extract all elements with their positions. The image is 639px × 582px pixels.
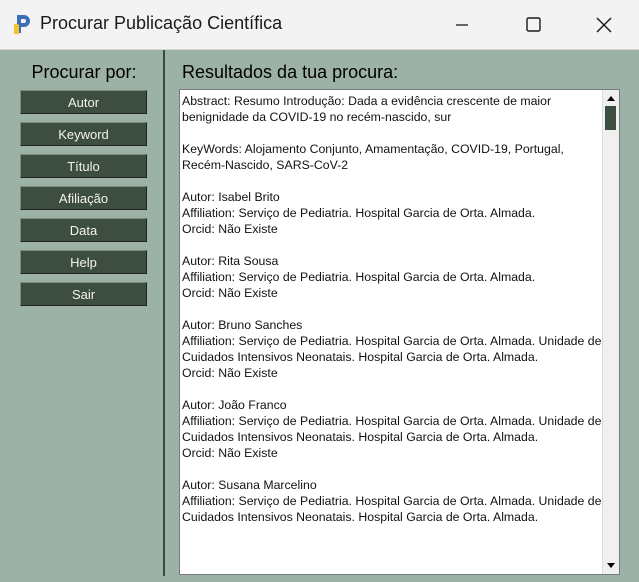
scroll-up-icon xyxy=(607,96,615,101)
keyword-button[interactable]: Keyword xyxy=(20,122,147,146)
results-text[interactable]: Abstract: Resumo Introdução: Dada a evid… xyxy=(182,93,602,525)
exit-button[interactable]: Sair xyxy=(20,282,147,306)
title-button[interactable]: Título xyxy=(20,154,147,178)
panel-divider xyxy=(163,50,165,576)
results-title: Resultados da tua procura: xyxy=(182,62,399,82)
results-textbox[interactable]: Abstract: Resumo Introdução: Dada a evid… xyxy=(179,89,620,575)
search-sidebar: Procurar por: Autor Keyword Título Afili… xyxy=(0,50,163,582)
help-button[interactable]: Help xyxy=(20,250,147,274)
scroll-down-button[interactable] xyxy=(603,558,619,574)
minimize-button[interactable] xyxy=(427,0,497,49)
window-title: Procurar Publicação Científica xyxy=(40,13,283,33)
scroll-down-icon xyxy=(607,563,615,568)
maximize-icon xyxy=(525,17,541,32)
scroll-up-button[interactable] xyxy=(603,90,619,106)
scroll-thumb[interactable] xyxy=(605,106,616,130)
author-button[interactable]: Autor xyxy=(20,90,147,114)
close-button[interactable] xyxy=(569,0,639,49)
minimize-icon xyxy=(456,23,468,26)
sidebar-title: Procurar por: xyxy=(31,62,137,82)
title-bar[interactable]: Procurar Publicação Científica xyxy=(0,0,639,50)
app-icon xyxy=(14,15,30,34)
affiliation-button[interactable]: Afiliação xyxy=(20,186,147,210)
vertical-scrollbar[interactable] xyxy=(602,90,619,574)
date-button[interactable]: Data xyxy=(20,218,147,242)
maximize-button[interactable] xyxy=(498,0,568,49)
close-icon xyxy=(596,17,612,32)
